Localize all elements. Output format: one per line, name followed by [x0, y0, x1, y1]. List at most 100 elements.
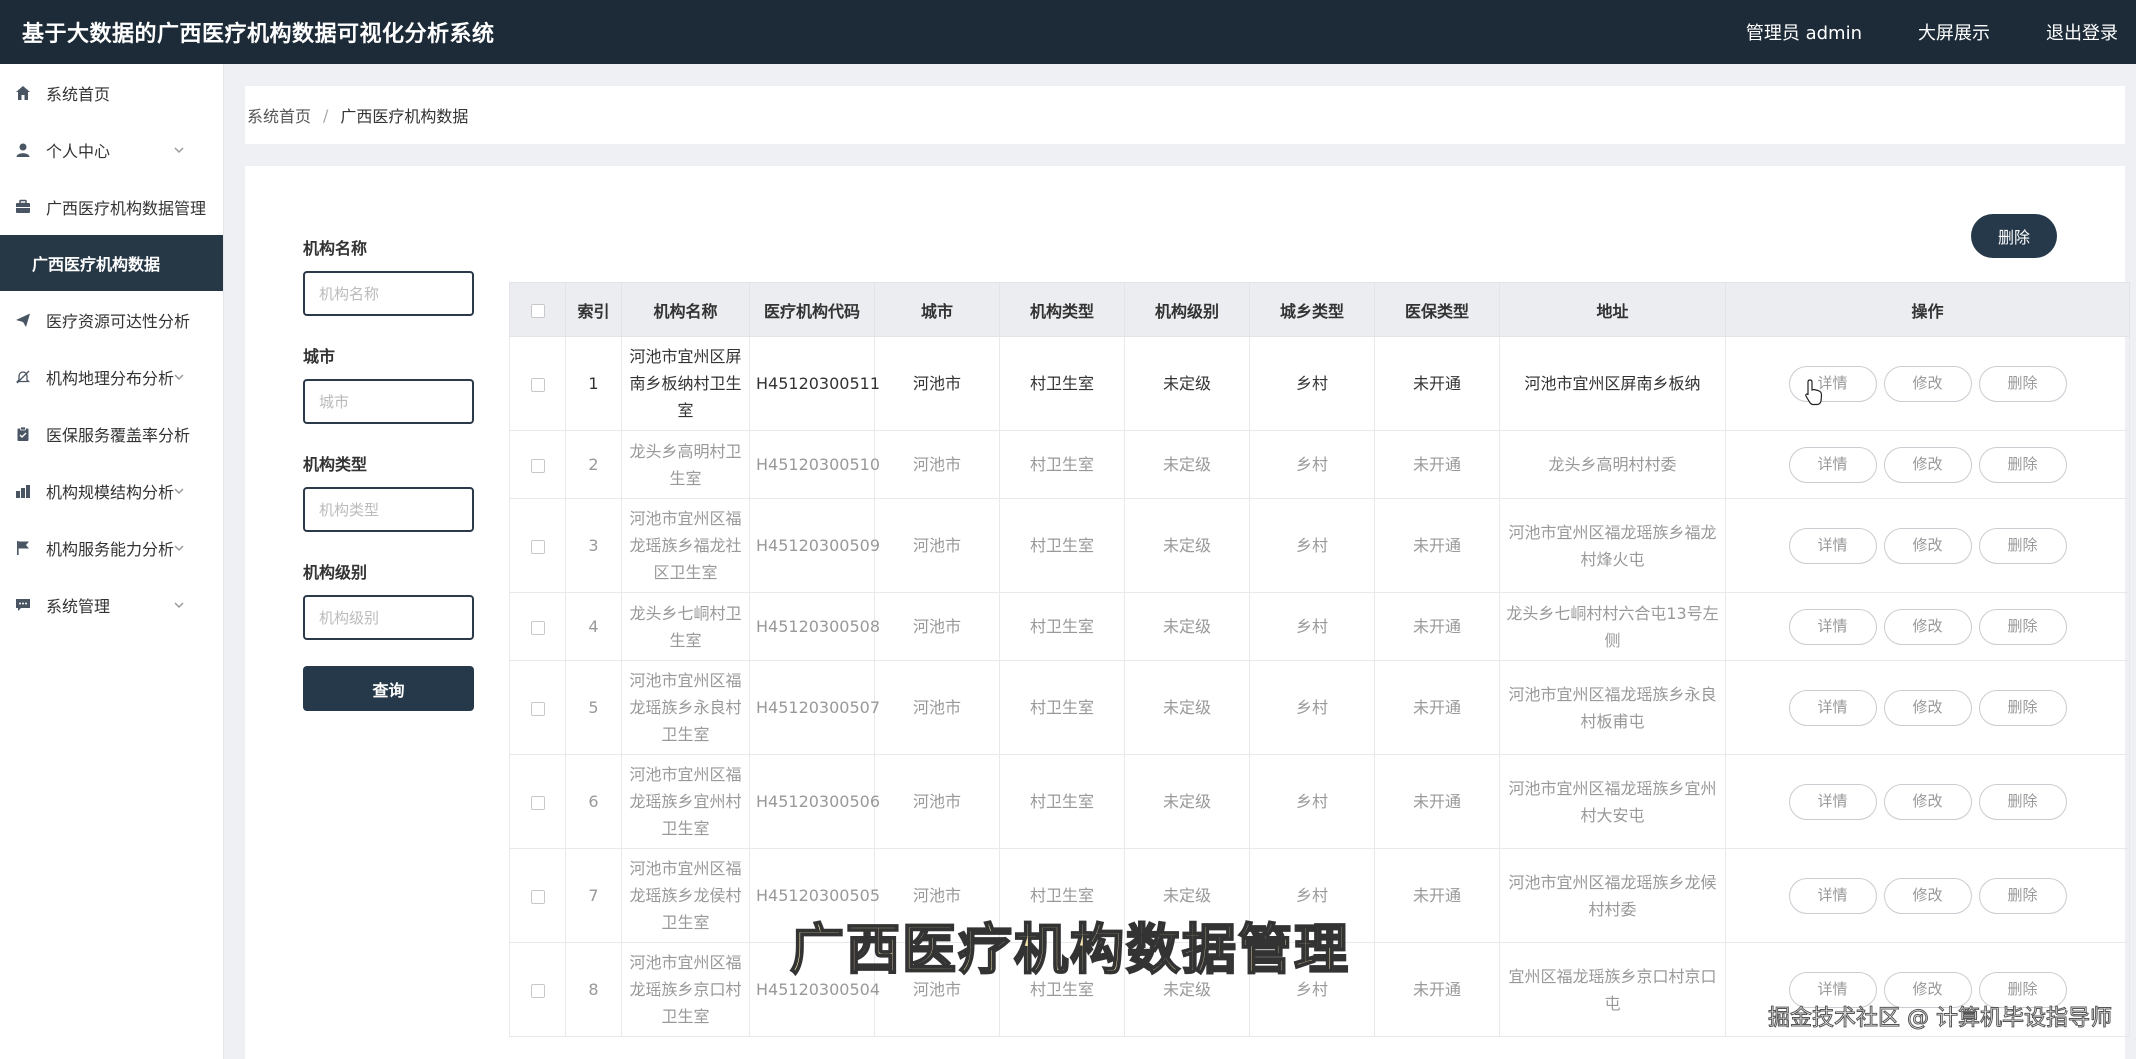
- detail-button[interactable]: 详情: [1788, 446, 1877, 483]
- sidebar-item-geo-distribution[interactable]: 机构地理分布分析: [0, 348, 223, 405]
- cell-code: H45120300511: [749, 336, 880, 431]
- column-header[interactable]: 城乡类型: [1249, 282, 1375, 337]
- detail-button[interactable]: 详情: [1788, 689, 1877, 726]
- city-input[interactable]: [303, 379, 474, 424]
- delete-button[interactable]: 删除: [1978, 608, 2067, 645]
- table-header-row: 索引 机构名称 医疗机构代码 城市 机构类型 机构级别 城乡类型 医保类型 地址…: [509, 282, 2130, 337]
- chevron-down-icon: [173, 539, 187, 553]
- table-row[interactable]: 6 河池市宜州区福龙瑶族乡宜州村卫生室 H45120300506 河池市 村卫生室 未定级…: [509, 754, 2130, 849]
- sidebar-item-system-management[interactable]: 系统管理: [0, 576, 223, 633]
- sidebar-item-profile[interactable]: 个人中心: [0, 121, 223, 178]
- edit-button[interactable]: 修改: [1883, 527, 1972, 564]
- message-icon: [14, 596, 32, 614]
- batch-delete-button[interactable]: 删除: [1971, 214, 2057, 258]
- logout-link[interactable]: 退出登录: [2046, 19, 2118, 45]
- flag-icon: [14, 539, 32, 557]
- cell-address: 河池市宜州区福龙瑶族乡龙候村村委: [1499, 848, 1726, 943]
- select-all-cell: [509, 282, 566, 337]
- search-form: 机构名称 城市 机构类型 机构级别 查询: [303, 238, 475, 711]
- edit-button[interactable]: 修改: [1883, 783, 1972, 820]
- name-input[interactable]: [303, 271, 474, 316]
- column-header[interactable]: 索引: [565, 282, 622, 337]
- delete-button[interactable]: 删除: [1978, 527, 2067, 564]
- column-header[interactable]: 机构级别: [1124, 282, 1250, 337]
- column-header[interactable]: 医保类型: [1374, 282, 1500, 337]
- edit-button[interactable]: 修改: [1883, 877, 1972, 914]
- sidebar-item-scale-structure[interactable]: 机构规模结构分析: [0, 462, 223, 519]
- table-row[interactable]: 4 龙头乡七峒村卫生室 H45120300508 河池市 村卫生室 未定级 乡村 未开通 龙头乡…: [509, 592, 2130, 661]
- select-all-checkbox[interactable]: [530, 303, 545, 318]
- bigscreen-link[interactable]: 大屏展示: [1918, 19, 1990, 45]
- detail-button[interactable]: 详情: [1788, 365, 1877, 402]
- cell-area: 乡村: [1249, 592, 1375, 661]
- sidebar-item-label: 医疗资源可达性分析: [46, 311, 191, 331]
- row-checkbox[interactable]: [530, 701, 545, 716]
- type-input[interactable]: [303, 487, 474, 532]
- sidebar-item-medical-data[interactable]: 广西医疗机构数据: [0, 235, 223, 291]
- cell-actions: 详情 修改 删除: [1725, 430, 2130, 499]
- city-label: 城市: [303, 347, 336, 366]
- row-select-cell: [509, 498, 566, 593]
- detail-button[interactable]: 详情: [1788, 877, 1877, 914]
- cell-index: 7: [565, 848, 622, 943]
- sidebar-item-accessibility-analysis[interactable]: 医疗资源可达性分析: [0, 291, 223, 348]
- table-row[interactable]: 5 河池市宜州区福龙瑶族乡永良村卫生室 H45120300507 河池市 村卫生室 未定级…: [509, 660, 2130, 755]
- column-header[interactable]: 城市: [874, 282, 1000, 337]
- delete-button[interactable]: 删除: [1978, 446, 2067, 483]
- delete-button[interactable]: 删除: [1978, 689, 2067, 726]
- home-icon: [14, 84, 32, 102]
- sidebar-item-label: 机构规模结构分析: [46, 482, 175, 502]
- row-checkbox[interactable]: [530, 377, 545, 392]
- detail-button[interactable]: 详情: [1788, 783, 1877, 820]
- row-checkbox[interactable]: [530, 620, 545, 635]
- cell-level: 未定级: [1124, 498, 1250, 593]
- column-header[interactable]: 地址: [1499, 282, 1726, 337]
- column-header[interactable]: 机构类型: [999, 282, 1125, 337]
- query-button[interactable]: 查询: [303, 666, 474, 711]
- column-header[interactable]: 机构名称: [621, 282, 750, 337]
- sidebar-item-insurance-coverage[interactable]: 医保服务覆盖率分析: [0, 405, 223, 462]
- edit-button[interactable]: 修改: [1883, 446, 1972, 483]
- cell-index: 3: [565, 498, 622, 593]
- user-icon: [14, 141, 32, 159]
- row-select-cell: [509, 430, 566, 499]
- row-checkbox[interactable]: [530, 539, 545, 554]
- column-header: 操作: [1725, 282, 2130, 337]
- sidebar-item-label: 医保服务覆盖率分析: [46, 425, 191, 445]
- delete-button[interactable]: 删除: [1978, 365, 2067, 402]
- cell-insurance: 未开通: [1374, 336, 1500, 431]
- breadcrumb: 系统首页 / 广西医疗机构数据: [245, 86, 2125, 144]
- table-row[interactable]: 1 河池市宜州区屏南乡板纳村卫生室 H45120300511 河池市 村卫生室 未定级 乡村…: [509, 336, 2130, 431]
- row-checkbox[interactable]: [530, 983, 545, 998]
- breadcrumb-home[interactable]: 系统首页: [247, 103, 311, 127]
- clipboard-icon: [14, 425, 32, 443]
- delete-button[interactable]: 删除: [1978, 877, 2067, 914]
- cell-area: 乡村: [1249, 498, 1375, 593]
- row-checkbox[interactable]: [530, 795, 545, 810]
- column-header[interactable]: 医疗机构代码: [749, 282, 875, 337]
- cell-address: 河池市宜州区福龙瑶族乡福龙村烽火屯: [1499, 498, 1726, 593]
- edit-button[interactable]: 修改: [1883, 689, 1972, 726]
- sidebar-item-data-management[interactable]: 广西医疗机构数据管理: [0, 178, 223, 235]
- table-row[interactable]: 3 河池市宜州区福龙瑶族乡福龙社区卫生室 H45120300509 河池市 村卫生室 未定…: [509, 498, 2130, 593]
- row-checkbox[interactable]: [530, 889, 545, 904]
- level-input[interactable]: [303, 595, 474, 640]
- edit-button[interactable]: 修改: [1883, 608, 1972, 645]
- breadcrumb-current: 广西医疗机构数据: [340, 107, 469, 126]
- table-row[interactable]: 2 龙头乡高明村卫生室 H45120300510 河池市 村卫生室 未定级 乡村 未开通 龙头乡…: [509, 430, 2130, 499]
- sidebar-item-service-capacity[interactable]: 机构服务能力分析: [0, 519, 223, 576]
- row-checkbox[interactable]: [530, 458, 545, 473]
- sidebar-item-label: 系统管理: [46, 596, 111, 616]
- cell-name: 河池市宜州区福龙瑶族乡福龙社区卫生室: [621, 498, 750, 593]
- cell-level: 未定级: [1124, 660, 1250, 755]
- cell-address: 宜州区福龙瑶族乡京口村京口屯: [1499, 942, 1726, 1037]
- detail-button[interactable]: 详情: [1788, 608, 1877, 645]
- detail-button[interactable]: 详情: [1788, 527, 1877, 564]
- admin-user-link[interactable]: 管理员 admin: [1746, 19, 1862, 45]
- top-header: 基于大数据的广西医疗机构数据可视化分析系统 管理员 admin 大屏展示 退出登…: [0, 0, 2136, 64]
- edit-button[interactable]: 修改: [1883, 365, 1972, 402]
- cell-code: H45120300508: [749, 592, 880, 661]
- cell-name: 河池市宜州区福龙瑶族乡宜州村卫生室: [621, 754, 750, 849]
- delete-button[interactable]: 删除: [1978, 783, 2067, 820]
- sidebar-item-home[interactable]: 系统首页: [0, 64, 223, 121]
